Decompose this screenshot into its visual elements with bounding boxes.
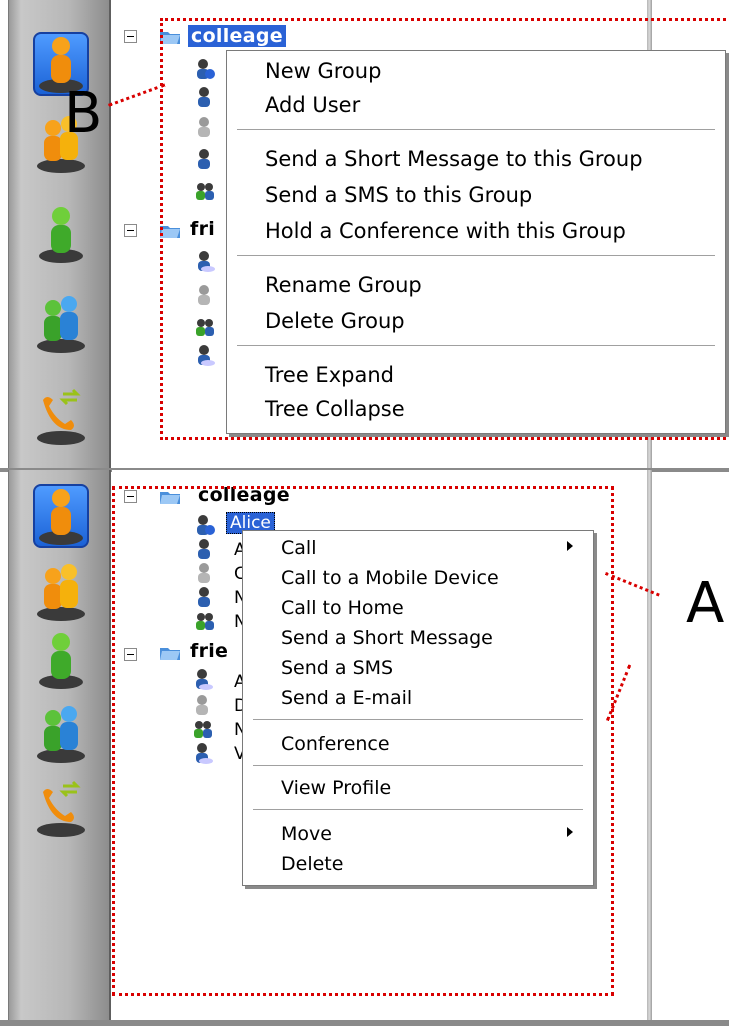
sidebar-group-blue-icon[interactable] bbox=[31, 288, 91, 356]
scrollbar-edge bbox=[647, 470, 652, 1020]
bottom-border bbox=[0, 1020, 729, 1026]
collapse-toggle[interactable] bbox=[124, 30, 137, 43]
sidebar-person-orange-icon[interactable] bbox=[31, 480, 91, 548]
sidebar-group-blue-icon[interactable] bbox=[31, 698, 91, 766]
sidebar bbox=[8, 0, 111, 470]
sidebar-group-orange-icon[interactable] bbox=[31, 556, 91, 624]
sidebar-person-green-icon[interactable] bbox=[31, 624, 91, 692]
bottom-panel: colleage Alice A C N N frie A D N V Call… bbox=[0, 470, 729, 1026]
collapse-toggle[interactable] bbox=[124, 224, 137, 237]
sidebar bbox=[8, 470, 111, 1020]
annotation-label-a: A bbox=[686, 571, 725, 636]
sidebar-person-green-icon[interactable] bbox=[31, 198, 91, 266]
annotation-box-b bbox=[160, 18, 729, 440]
sidebar-phone-transfer-icon[interactable] bbox=[31, 772, 91, 840]
annotation-box-a bbox=[112, 486, 614, 996]
sidebar-phone-transfer-icon[interactable] bbox=[31, 380, 91, 448]
annotation-label-b: B bbox=[64, 81, 103, 146]
top-panel: colleage fri New Group Add User Send a S… bbox=[0, 0, 729, 470]
